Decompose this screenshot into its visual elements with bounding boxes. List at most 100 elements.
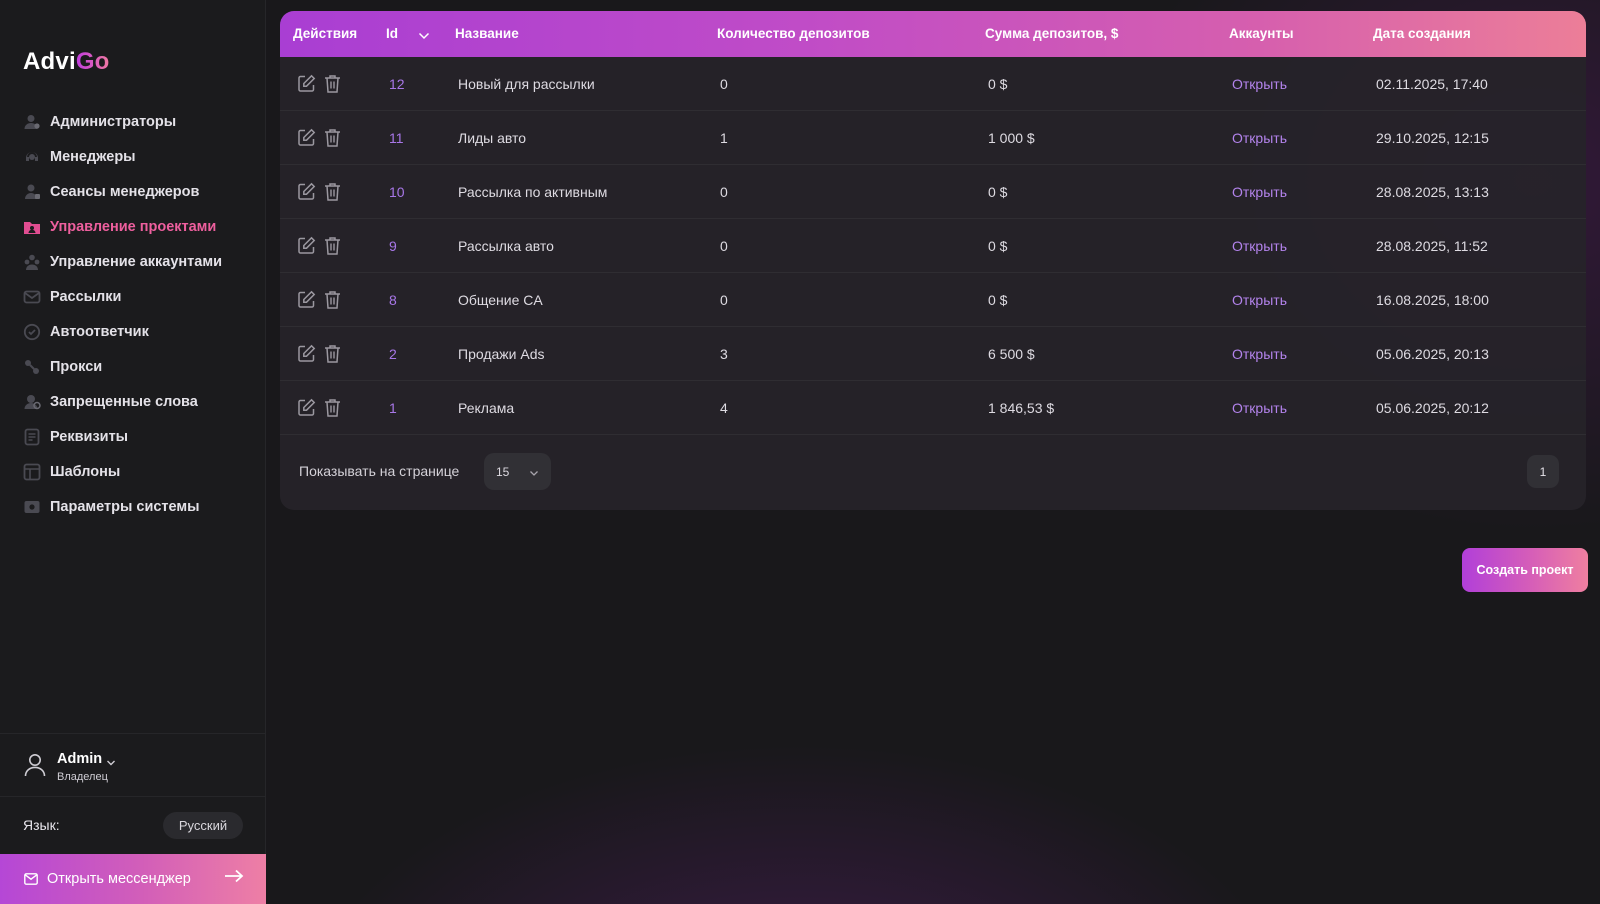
sidebar-item-proxy[interactable]: Прокси	[23, 349, 258, 384]
table-row: 11 Лиды авто 1 1 000 $ Открыть 29.10.202…	[280, 111, 1586, 165]
row-name: Общение CA	[458, 292, 543, 308]
sidebar-item-manager-sessions[interactable]: Сеансы менеджеров	[23, 174, 258, 209]
row-accounts-link[interactable]: Открыть	[1232, 76, 1287, 92]
delete-icon[interactable]	[324, 344, 341, 363]
sidebar-item-requisites[interactable]: Реквизиты	[23, 419, 258, 454]
edit-icon[interactable]	[297, 74, 316, 93]
row-deposit-sum: 1 000 $	[988, 130, 1035, 146]
projects-table: Действия Id Название Количество депозито…	[280, 11, 1586, 510]
headset-icon	[23, 148, 41, 166]
edit-icon[interactable]	[297, 182, 316, 201]
arrow-right-icon	[224, 868, 244, 884]
row-created: 28.08.2025, 13:13	[1376, 184, 1489, 200]
sidebar-item-label: Менеджеры	[50, 148, 136, 165]
delete-icon[interactable]	[324, 236, 341, 255]
edit-icon[interactable]	[297, 344, 316, 363]
row-deposit-sum: 0 $	[988, 184, 1008, 200]
language-label: Язык:	[23, 817, 60, 833]
delete-icon[interactable]	[324, 128, 341, 147]
header-accounts: Аккаунты	[1229, 26, 1294, 41]
open-messenger-label: Открыть мессенджер	[47, 871, 191, 887]
sidebar-item-label: Управление аккаунтами	[50, 253, 222, 270]
table-header: Действия Id Название Количество депозито…	[280, 11, 1586, 57]
row-accounts-link[interactable]: Открыть	[1232, 292, 1287, 308]
row-name: Рассылка авто	[458, 238, 554, 254]
header-deposit-count: Количество депозитов	[717, 26, 870, 41]
row-id[interactable]: 10	[389, 184, 405, 200]
row-accounts-link[interactable]: Открыть	[1232, 238, 1287, 254]
row-created: 05.06.2025, 20:13	[1376, 346, 1489, 362]
app-root: AdviGo Администраторы Менеджеры Сеансы м…	[0, 0, 1600, 904]
row-name: Лиды авто	[458, 130, 527, 146]
row-id[interactable]: 9	[389, 238, 397, 254]
row-id[interactable]: 11	[389, 130, 404, 146]
sidebar-item-label: Администраторы	[50, 113, 177, 130]
edit-icon[interactable]	[297, 128, 316, 147]
user-session-icon	[23, 183, 41, 201]
templates-icon	[23, 463, 41, 481]
row-deposit-sum: 1 846,53 $	[988, 400, 1055, 416]
sidebar-item-label: Рассылки	[50, 288, 122, 305]
per-page-label: Показывать на странице	[299, 463, 460, 479]
table-row: 12 Новый для рассылки 0 0 $ Открыть 02.1…	[280, 57, 1586, 111]
row-accounts-link[interactable]: Открыть	[1232, 346, 1287, 362]
sidebar-item-label: Шаблоны	[50, 463, 121, 480]
logo-main: Advi	[23, 48, 76, 75]
row-accounts-link[interactable]: Открыть	[1232, 184, 1287, 200]
row-deposit-count: 0	[720, 76, 728, 92]
delete-icon[interactable]	[324, 398, 341, 417]
sidebar-item-mailings[interactable]: Рассылки	[23, 279, 258, 314]
logo[interactable]: AdviGo	[23, 48, 110, 76]
row-deposit-count: 3	[720, 346, 728, 362]
header-deposit-sum: Сумма депозитов, $	[985, 26, 1119, 41]
per-page-select[interactable]: 15	[484, 453, 551, 490]
edit-icon[interactable]	[297, 290, 316, 309]
row-accounts-link[interactable]: Открыть	[1232, 130, 1287, 146]
language-select[interactable]: Русский	[163, 812, 243, 839]
row-name: Рассылка по активным	[458, 184, 608, 200]
row-name: Новый для рассылки	[458, 76, 595, 92]
sidebar-item-label: Управление проектами	[50, 218, 217, 235]
open-messenger-button[interactable]: Открыть мессенджер	[0, 854, 266, 904]
sort-chevron-down-icon[interactable]	[418, 28, 430, 43]
projects-icon	[23, 218, 41, 236]
sidebar-item-autoresponder[interactable]: Автоответчик	[23, 314, 258, 349]
sidebar-item-banned-words[interactable]: Запрещенные слова	[23, 384, 258, 419]
create-project-button[interactable]: Создать проект	[1462, 548, 1588, 592]
sidebar-item-templates[interactable]: Шаблоны	[23, 454, 258, 489]
row-id[interactable]: 2	[389, 346, 397, 362]
row-created: 29.10.2025, 12:15	[1376, 130, 1489, 146]
header-id[interactable]: Id	[386, 26, 398, 41]
row-id[interactable]: 1	[389, 400, 397, 416]
sidebar-item-label: Прокси	[50, 358, 103, 375]
row-created: 02.11.2025, 17:40	[1376, 76, 1488, 92]
edit-icon[interactable]	[297, 236, 316, 255]
sidebar-item-account-management[interactable]: Управление аккаунтами	[23, 244, 258, 279]
page-button-current[interactable]: 1	[1527, 455, 1559, 488]
admin-icon	[23, 113, 41, 131]
table-row: 10 Рассылка по активным 0 0 $ Открыть 28…	[280, 165, 1586, 219]
row-id[interactable]: 8	[389, 292, 397, 308]
edit-icon[interactable]	[297, 398, 316, 417]
row-created: 16.08.2025, 18:00	[1376, 292, 1489, 308]
chevron-down-icon[interactable]	[106, 754, 116, 772]
sidebar-item-project-management[interactable]: Управление проектами	[23, 209, 258, 244]
delete-icon[interactable]	[324, 182, 341, 201]
sidebar-item-administrators[interactable]: Администраторы	[23, 104, 258, 139]
row-deposit-count: 4	[720, 400, 728, 416]
table-row: 2 Продажи Ads 3 6 500 $ Открыть 05.06.20…	[280, 327, 1586, 381]
row-accounts-link[interactable]: Открыть	[1232, 400, 1287, 416]
row-deposit-sum: 0 $	[988, 238, 1008, 254]
delete-icon[interactable]	[324, 290, 341, 309]
main-content: Действия Id Название Количество депозито…	[266, 0, 1600, 904]
sidebar-item-managers[interactable]: Менеджеры	[23, 139, 258, 174]
row-deposit-sum: 0 $	[988, 76, 1008, 92]
sidebar-item-system-settings[interactable]: Параметры системы	[23, 489, 258, 524]
row-id[interactable]: 12	[389, 76, 405, 92]
chevron-down-icon	[529, 466, 539, 480]
header-name: Название	[455, 26, 519, 41]
delete-icon[interactable]	[324, 74, 341, 93]
sidebar: AdviGo Администраторы Менеджеры Сеансы м…	[0, 0, 266, 904]
row-deposit-sum: 6 500 $	[988, 346, 1035, 362]
user-menu[interactable]: Admin Владелец	[0, 733, 265, 797]
